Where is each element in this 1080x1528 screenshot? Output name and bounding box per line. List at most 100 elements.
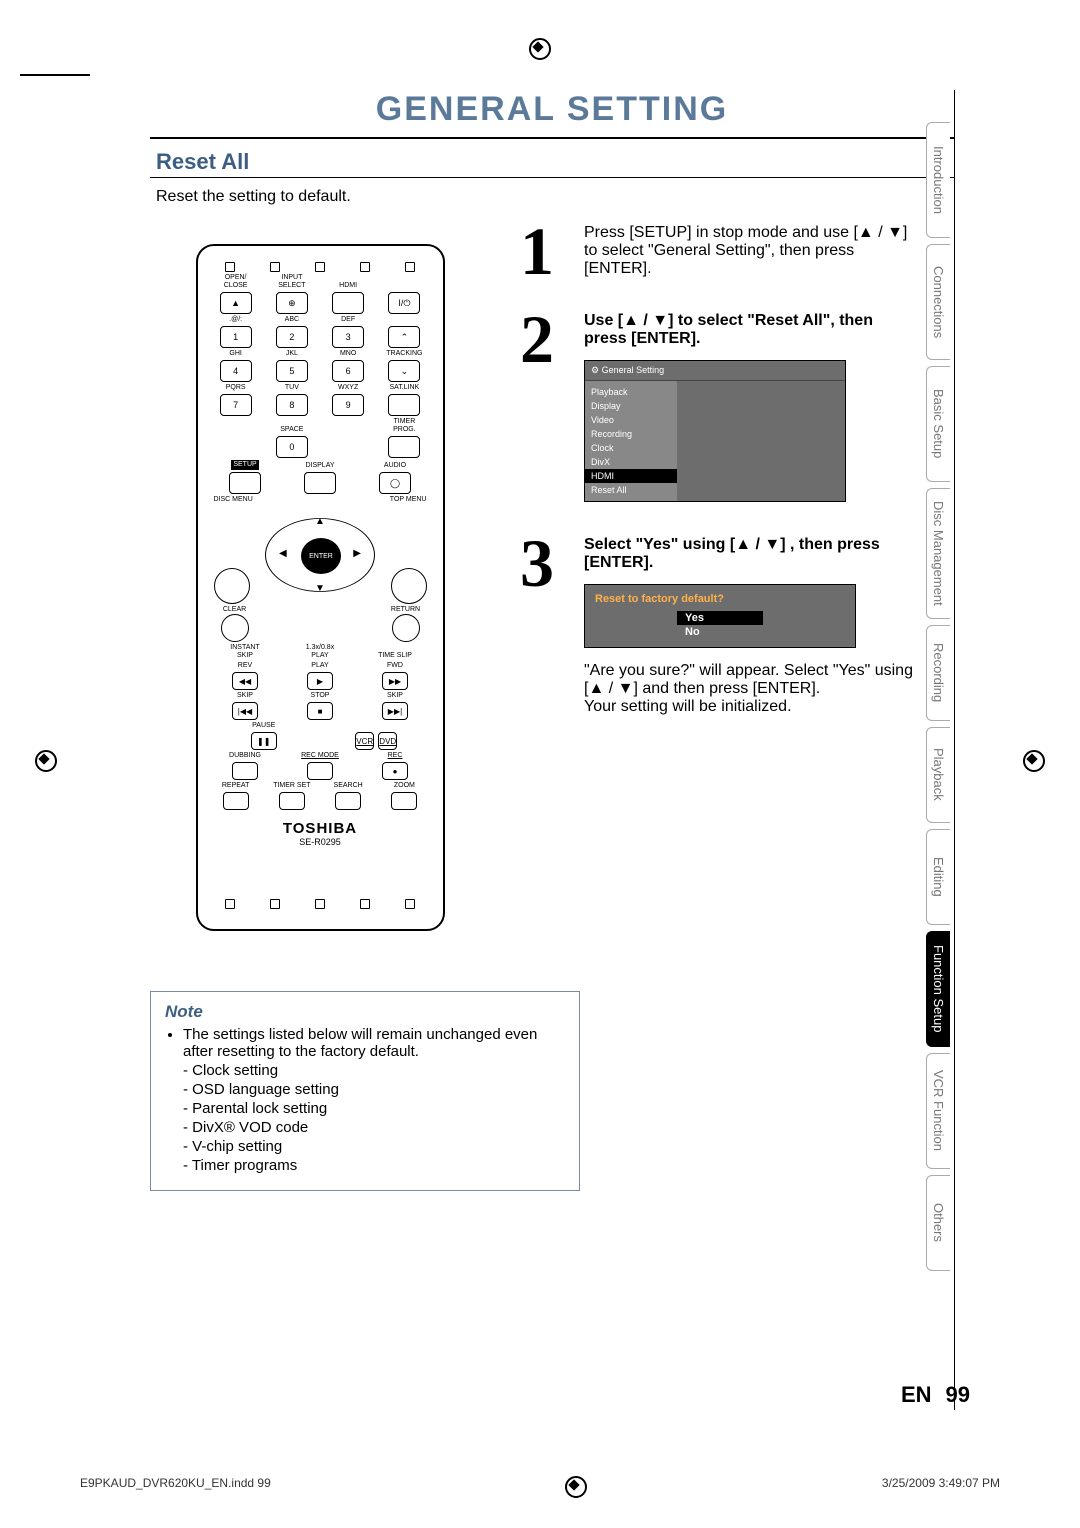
dvd-button: DVD bbox=[378, 732, 397, 750]
step-2-number: 2 bbox=[520, 312, 568, 366]
disc-menu-label: DISC MENU bbox=[214, 496, 253, 504]
eject-button: ▲ bbox=[220, 292, 252, 314]
step-1-text: Press [SETUP] in stop mode and use [▲ / … bbox=[584, 224, 914, 278]
key-6: 6 bbox=[332, 360, 364, 382]
tab-basic-setup[interactable]: Basic Setup bbox=[926, 366, 950, 482]
disc-menu-button bbox=[214, 568, 250, 604]
hdmi-button bbox=[332, 292, 364, 314]
key-9: 9 bbox=[332, 394, 364, 416]
pause-button: ❚❚ bbox=[251, 732, 277, 750]
key-1: 1 bbox=[220, 326, 252, 348]
rev-button: ◀◀ bbox=[232, 672, 258, 690]
key-0: 0 bbox=[276, 436, 308, 458]
tab-recording[interactable]: Recording bbox=[926, 625, 950, 721]
play-button: ▶ bbox=[307, 672, 333, 690]
stop-button: ■ bbox=[307, 702, 333, 720]
clear-button bbox=[221, 614, 249, 642]
key-8: 8 bbox=[276, 394, 308, 416]
timestamp: 3/25/2009 3:49:07 PM bbox=[882, 1476, 1000, 1498]
tab-editing[interactable]: Editing bbox=[926, 829, 950, 925]
top-menu-button bbox=[391, 568, 427, 604]
osd-no: No bbox=[677, 625, 763, 639]
display-button bbox=[304, 472, 336, 494]
osd-reset-confirm: Reset to factory default? Yes No bbox=[584, 584, 856, 648]
enter-button: ENTER bbox=[301, 538, 341, 574]
input-select-button: ⊕ bbox=[276, 292, 308, 314]
top-menu-label: TOP MENU bbox=[390, 496, 427, 504]
tab-others[interactable]: Others bbox=[926, 1175, 950, 1271]
tab-introduction[interactable]: Introduction bbox=[926, 122, 950, 238]
title-underline bbox=[150, 137, 954, 139]
open-close-label: OPEN/ CLOSE bbox=[215, 274, 257, 290]
tab-playback[interactable]: Playback bbox=[926, 727, 950, 823]
step-3-after-2: [▲ / ▼] and then press [ENTER]. bbox=[584, 680, 914, 698]
ch-up-button: ⌃ bbox=[388, 326, 420, 348]
step-3: 3 Select "Yes" using [▲ / ▼] , then pres… bbox=[520, 536, 914, 716]
fwd-button: ▶▶ bbox=[382, 672, 408, 690]
step-3-after-1: "Are you sure?" will appear. Select "Yes… bbox=[584, 662, 914, 680]
crop-mark-bottom bbox=[565, 1476, 587, 1498]
step-2-text: Use [▲ / ▼] to select "Reset All", then … bbox=[584, 312, 914, 348]
crop-mark-left bbox=[35, 750, 57, 778]
search-button bbox=[335, 792, 361, 810]
osd-menu-list: Playback Display Video Recording Clock D… bbox=[585, 381, 677, 501]
timer-prog-button bbox=[388, 436, 420, 458]
return-button bbox=[392, 614, 420, 642]
brand-name: TOSHIBA bbox=[208, 820, 433, 837]
rec-button: ● bbox=[382, 762, 408, 780]
section-heading: Reset All bbox=[156, 149, 954, 175]
satlink-button bbox=[388, 394, 420, 416]
corner-line bbox=[20, 74, 90, 76]
page-number: EN99 bbox=[901, 1382, 970, 1408]
crop-mark-right bbox=[1023, 750, 1045, 778]
page-title: GENERAL SETTING bbox=[150, 90, 954, 129]
file-name: E9PKAUD_DVR620KU_EN.indd 99 bbox=[80, 1476, 271, 1498]
step-1: 1 Press [SETUP] in stop mode and use [▲ … bbox=[520, 224, 914, 278]
osd-question: Reset to factory default? bbox=[595, 593, 845, 605]
crop-mark-top bbox=[529, 38, 551, 66]
print-footer: E9PKAUD_DVR620KU_EN.indd 99 3/25/2009 3:… bbox=[80, 1476, 1000, 1498]
skip-prev-button: |◀◀ bbox=[232, 702, 258, 720]
key-2: 2 bbox=[276, 326, 308, 348]
osd-menu-hdmi-highlight: HDMI bbox=[585, 469, 677, 483]
setup-button bbox=[229, 472, 261, 494]
note-sub-list: Clock setting OSD language setting Paren… bbox=[165, 1062, 565, 1174]
skip-next-button: ▶▶| bbox=[382, 702, 408, 720]
note-box: Note The settings listed below will rema… bbox=[150, 991, 580, 1191]
key-3: 3 bbox=[332, 326, 364, 348]
setup-label: SETUP bbox=[231, 460, 258, 470]
audio-button: ◯ bbox=[379, 472, 411, 494]
tab-function-setup[interactable]: Function Setup bbox=[926, 931, 950, 1047]
step-3-after-3: Your setting will be initialized. bbox=[584, 698, 914, 716]
hdmi-label: HDMI bbox=[339, 282, 357, 290]
nav-pad: ▲▼◀▶ ENTER bbox=[265, 510, 375, 600]
tab-disc-management[interactable]: Disc Management bbox=[926, 488, 950, 619]
key-5: 5 bbox=[276, 360, 308, 382]
model-number: SE-R0295 bbox=[208, 837, 433, 847]
dubbing-button bbox=[232, 762, 258, 780]
repeat-button bbox=[223, 792, 249, 810]
note-lead: The settings listed below will remain un… bbox=[183, 1026, 565, 1060]
step-1-number: 1 bbox=[520, 224, 568, 278]
key-7: 7 bbox=[220, 394, 252, 416]
remote-illustration: OPEN/ CLOSE▲ INPUT SELECT⊕ HDMI I/⏻ .@/:… bbox=[196, 244, 445, 931]
note-title: Note bbox=[165, 1002, 565, 1022]
timer-set-button bbox=[279, 792, 305, 810]
key-4: 4 bbox=[220, 360, 252, 382]
power-button: I/⏻ bbox=[388, 292, 420, 314]
step-3-text: Select "Yes" using [▲ / ▼] , then press … bbox=[584, 536, 914, 572]
intro-text: Reset the setting to default. bbox=[156, 188, 954, 206]
side-tabs: Introduction Connections Basic Setup Dis… bbox=[926, 122, 954, 1277]
osd-general-setting: ⚙ General Setting Playback Display Video… bbox=[584, 360, 846, 502]
rec-mode-button bbox=[307, 762, 333, 780]
tab-vcr-function[interactable]: VCR Function bbox=[926, 1053, 950, 1169]
input-select-label: INPUT SELECT bbox=[271, 274, 313, 290]
gear-icon: ⚙ bbox=[591, 365, 599, 375]
section-underline bbox=[150, 177, 954, 178]
tab-connections[interactable]: Connections bbox=[926, 244, 950, 360]
zoom-button bbox=[391, 792, 417, 810]
step-2: 2 Use [▲ / ▼] to select "Reset All", the… bbox=[520, 312, 914, 502]
step-3-number: 3 bbox=[520, 536, 568, 590]
vcr-button: VCR bbox=[355, 732, 374, 750]
content-frame: GENERAL SETTING Reset All Reset the sett… bbox=[150, 90, 955, 1410]
